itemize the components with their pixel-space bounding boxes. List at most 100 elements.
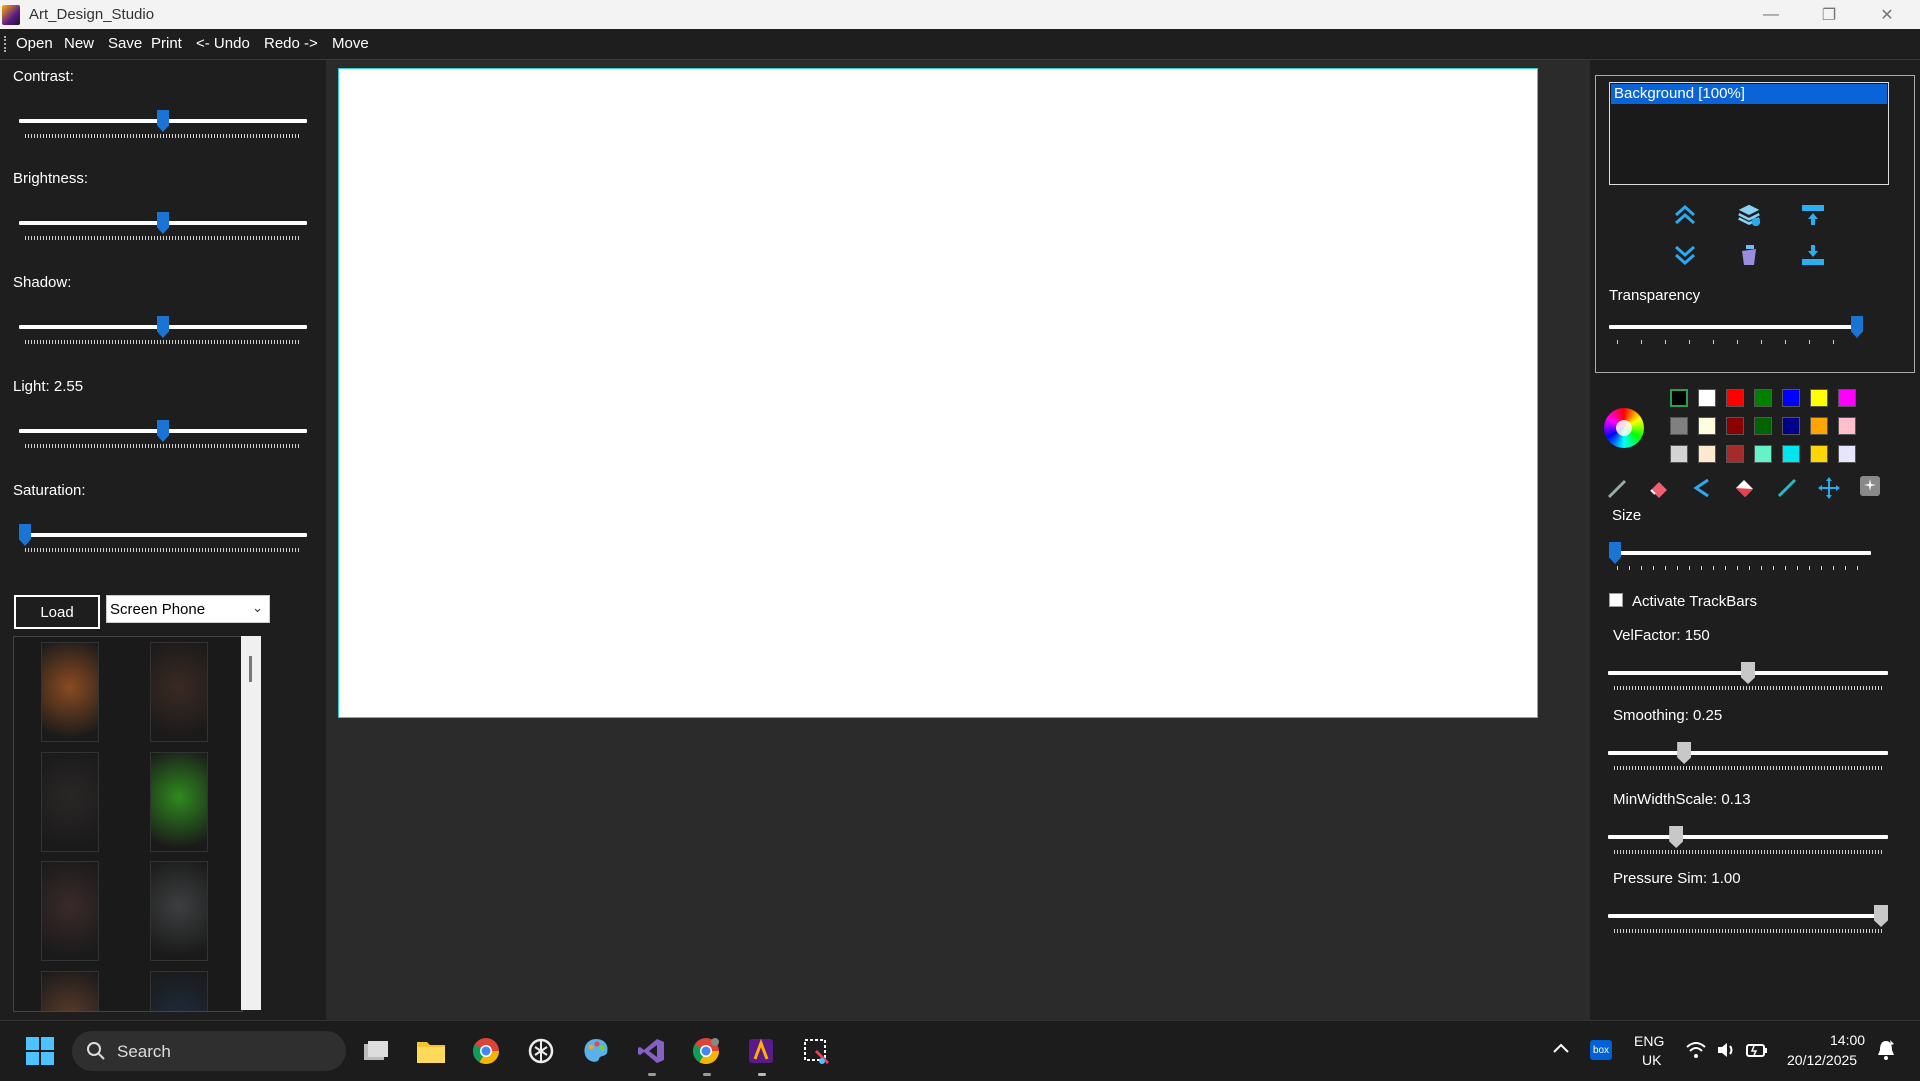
trackbar-label: Smoothing: 0.25: [1613, 707, 1723, 724]
size-slider-ticks: [1617, 566, 1867, 570]
adjustment-slider-ticks: [25, 548, 301, 552]
gallery-thumbnail[interactable]: [41, 971, 99, 1011]
color-swatch[interactable]: [1810, 417, 1828, 435]
gallery-thumbnail[interactable]: [150, 861, 208, 961]
menu-move[interactable]: Move: [332, 35, 369, 52]
gallery-thumbnail[interactable]: [41, 752, 99, 852]
trackbar-ticks: [1614, 686, 1882, 690]
color-swatch[interactable]: [1698, 417, 1716, 435]
windows-start-icon[interactable]: [24, 1035, 56, 1067]
color-swatch[interactable]: [1838, 389, 1856, 407]
color-swatch[interactable]: [1782, 445, 1800, 463]
clock-date[interactable]: 20/12/2025: [1787, 1052, 1857, 1068]
layer-item-background[interactable]: Background [100%]: [1611, 84, 1887, 104]
eraser-icon[interactable]: [1647, 476, 1671, 500]
adjustment-slider-ticks: [25, 134, 301, 138]
color-swatch[interactable]: [1754, 445, 1772, 463]
color-swatch[interactable]: [1782, 417, 1800, 435]
battery-icon[interactable]: [1746, 1041, 1768, 1062]
gallery-thumbnail[interactable]: [150, 752, 208, 852]
chrome-profile-icon[interactable]: [690, 1035, 722, 1067]
art-design-studio-taskbar-icon[interactable]: [745, 1035, 777, 1067]
pencil-icon[interactable]: [1606, 476, 1630, 500]
color-swatch[interactable]: [1754, 389, 1772, 407]
magic-wand-icon[interactable]: [1858, 474, 1882, 498]
color-swatch[interactable]: [1810, 389, 1828, 407]
layer-to-bottom-icon[interactable]: [1801, 243, 1825, 267]
language-indicator[interactable]: ENG: [1634, 1033, 1664, 1049]
close-button[interactable]: ✕: [1858, 0, 1916, 29]
move-layer-up-icon[interactable]: [1673, 203, 1697, 227]
load-button[interactable]: Load: [14, 595, 100, 629]
maximize-button[interactable]: ❐: [1800, 0, 1858, 29]
volume-icon[interactable]: [1716, 1041, 1736, 1062]
snipping-tool-icon[interactable]: [800, 1035, 832, 1067]
color-swatch[interactable]: [1726, 417, 1744, 435]
color-swatch[interactable]: [1838, 417, 1856, 435]
clock-time[interactable]: 14:00: [1830, 1032, 1865, 1048]
color-swatch[interactable]: [1698, 445, 1716, 463]
chevron-up-icon[interactable]: [1552, 1041, 1570, 1058]
color-swatch[interactable]: [1698, 389, 1716, 407]
color-wheel-icon[interactable]: [1604, 408, 1644, 448]
color-swatch[interactable]: [1670, 417, 1688, 435]
color-swatch[interactable]: [1838, 445, 1856, 463]
color-swatch[interactable]: [1810, 445, 1828, 463]
visual-studio-icon[interactable]: [635, 1035, 667, 1067]
task-view-icon[interactable]: [360, 1035, 392, 1067]
taskbar-search-box[interactable]: Search: [72, 1031, 346, 1071]
file-explorer-icon[interactable]: [415, 1035, 447, 1067]
paint-app-icon[interactable]: [580, 1035, 612, 1067]
chrome-icon[interactable]: [470, 1035, 502, 1067]
menu-save[interactable]: Save: [108, 35, 142, 52]
menu-redo[interactable]: Redo ->: [264, 35, 318, 52]
move-layer-down-icon[interactable]: [1673, 243, 1697, 267]
app-icon: [2, 5, 20, 25]
gallery-thumbnail[interactable]: [41, 861, 99, 961]
trackbar-label: Pressure Sim: 1.00: [1613, 870, 1741, 887]
chevron-down-icon[interactable]: ⌄: [252, 600, 263, 616]
activate-trackbars-checkbox[interactable]: [1609, 593, 1623, 607]
color-swatch[interactable]: [1670, 445, 1688, 463]
toolbar-grip[interactable]: [4, 36, 8, 52]
box-tray-icon[interactable]: box: [1590, 1040, 1612, 1060]
size-slider-track[interactable]: [1609, 551, 1871, 555]
color-swatch[interactable]: [1754, 417, 1772, 435]
delete-layer-icon[interactable]: [1737, 243, 1761, 267]
angle-tool-icon[interactable]: [1690, 476, 1714, 500]
wifi-icon[interactable]: [1686, 1041, 1706, 1062]
paint-bucket-icon[interactable]: [1733, 476, 1757, 500]
minimize-button[interactable]: —: [1742, 0, 1800, 29]
drawing-canvas[interactable]: [338, 68, 1538, 718]
layer-to-top-icon[interactable]: [1801, 203, 1825, 227]
trackbar-label: MinWidthScale: 0.13: [1613, 791, 1751, 808]
gallery-scrollbar[interactable]: [241, 636, 261, 1010]
trackbar-track[interactable]: [1608, 835, 1888, 839]
adjustment-label: Contrast:: [13, 68, 74, 85]
add-layer-icon[interactable]: [1737, 203, 1761, 227]
menu-print[interactable]: Print: [151, 35, 182, 52]
transparency-slider-track[interactable]: [1609, 325, 1863, 329]
notification-bell-icon[interactable]: [1876, 1039, 1896, 1064]
menu-undo[interactable]: <- Undo: [196, 35, 250, 52]
line-tool-icon[interactable]: [1775, 476, 1799, 500]
running-indicator: [703, 1073, 711, 1076]
gallery-thumbnail[interactable]: [150, 971, 208, 1011]
color-swatch[interactable]: [1726, 445, 1744, 463]
adjustment-label: Shadow:: [13, 274, 72, 291]
gallery-thumbnail[interactable]: [41, 642, 99, 742]
color-swatch[interactable]: [1670, 389, 1688, 407]
trackbar-track[interactable]: [1608, 914, 1888, 918]
color-swatch[interactable]: [1726, 389, 1744, 407]
gallery-thumbnail[interactable]: [150, 642, 208, 742]
preset-combobox[interactable]: Screen Phone ⌄: [106, 595, 270, 623]
trackbar-track[interactable]: [1608, 751, 1888, 755]
gallery-scroll-thumb[interactable]: [249, 656, 252, 682]
menu-open[interactable]: Open: [16, 35, 53, 52]
chatgpt-icon[interactable]: [525, 1035, 557, 1067]
menu-new[interactable]: New: [64, 35, 94, 52]
adjustment-slider-track[interactable]: [19, 533, 307, 537]
move-tool-icon[interactable]: [1817, 476, 1841, 500]
image-gallery[interactable]: [13, 636, 243, 1012]
color-swatch[interactable]: [1782, 389, 1800, 407]
